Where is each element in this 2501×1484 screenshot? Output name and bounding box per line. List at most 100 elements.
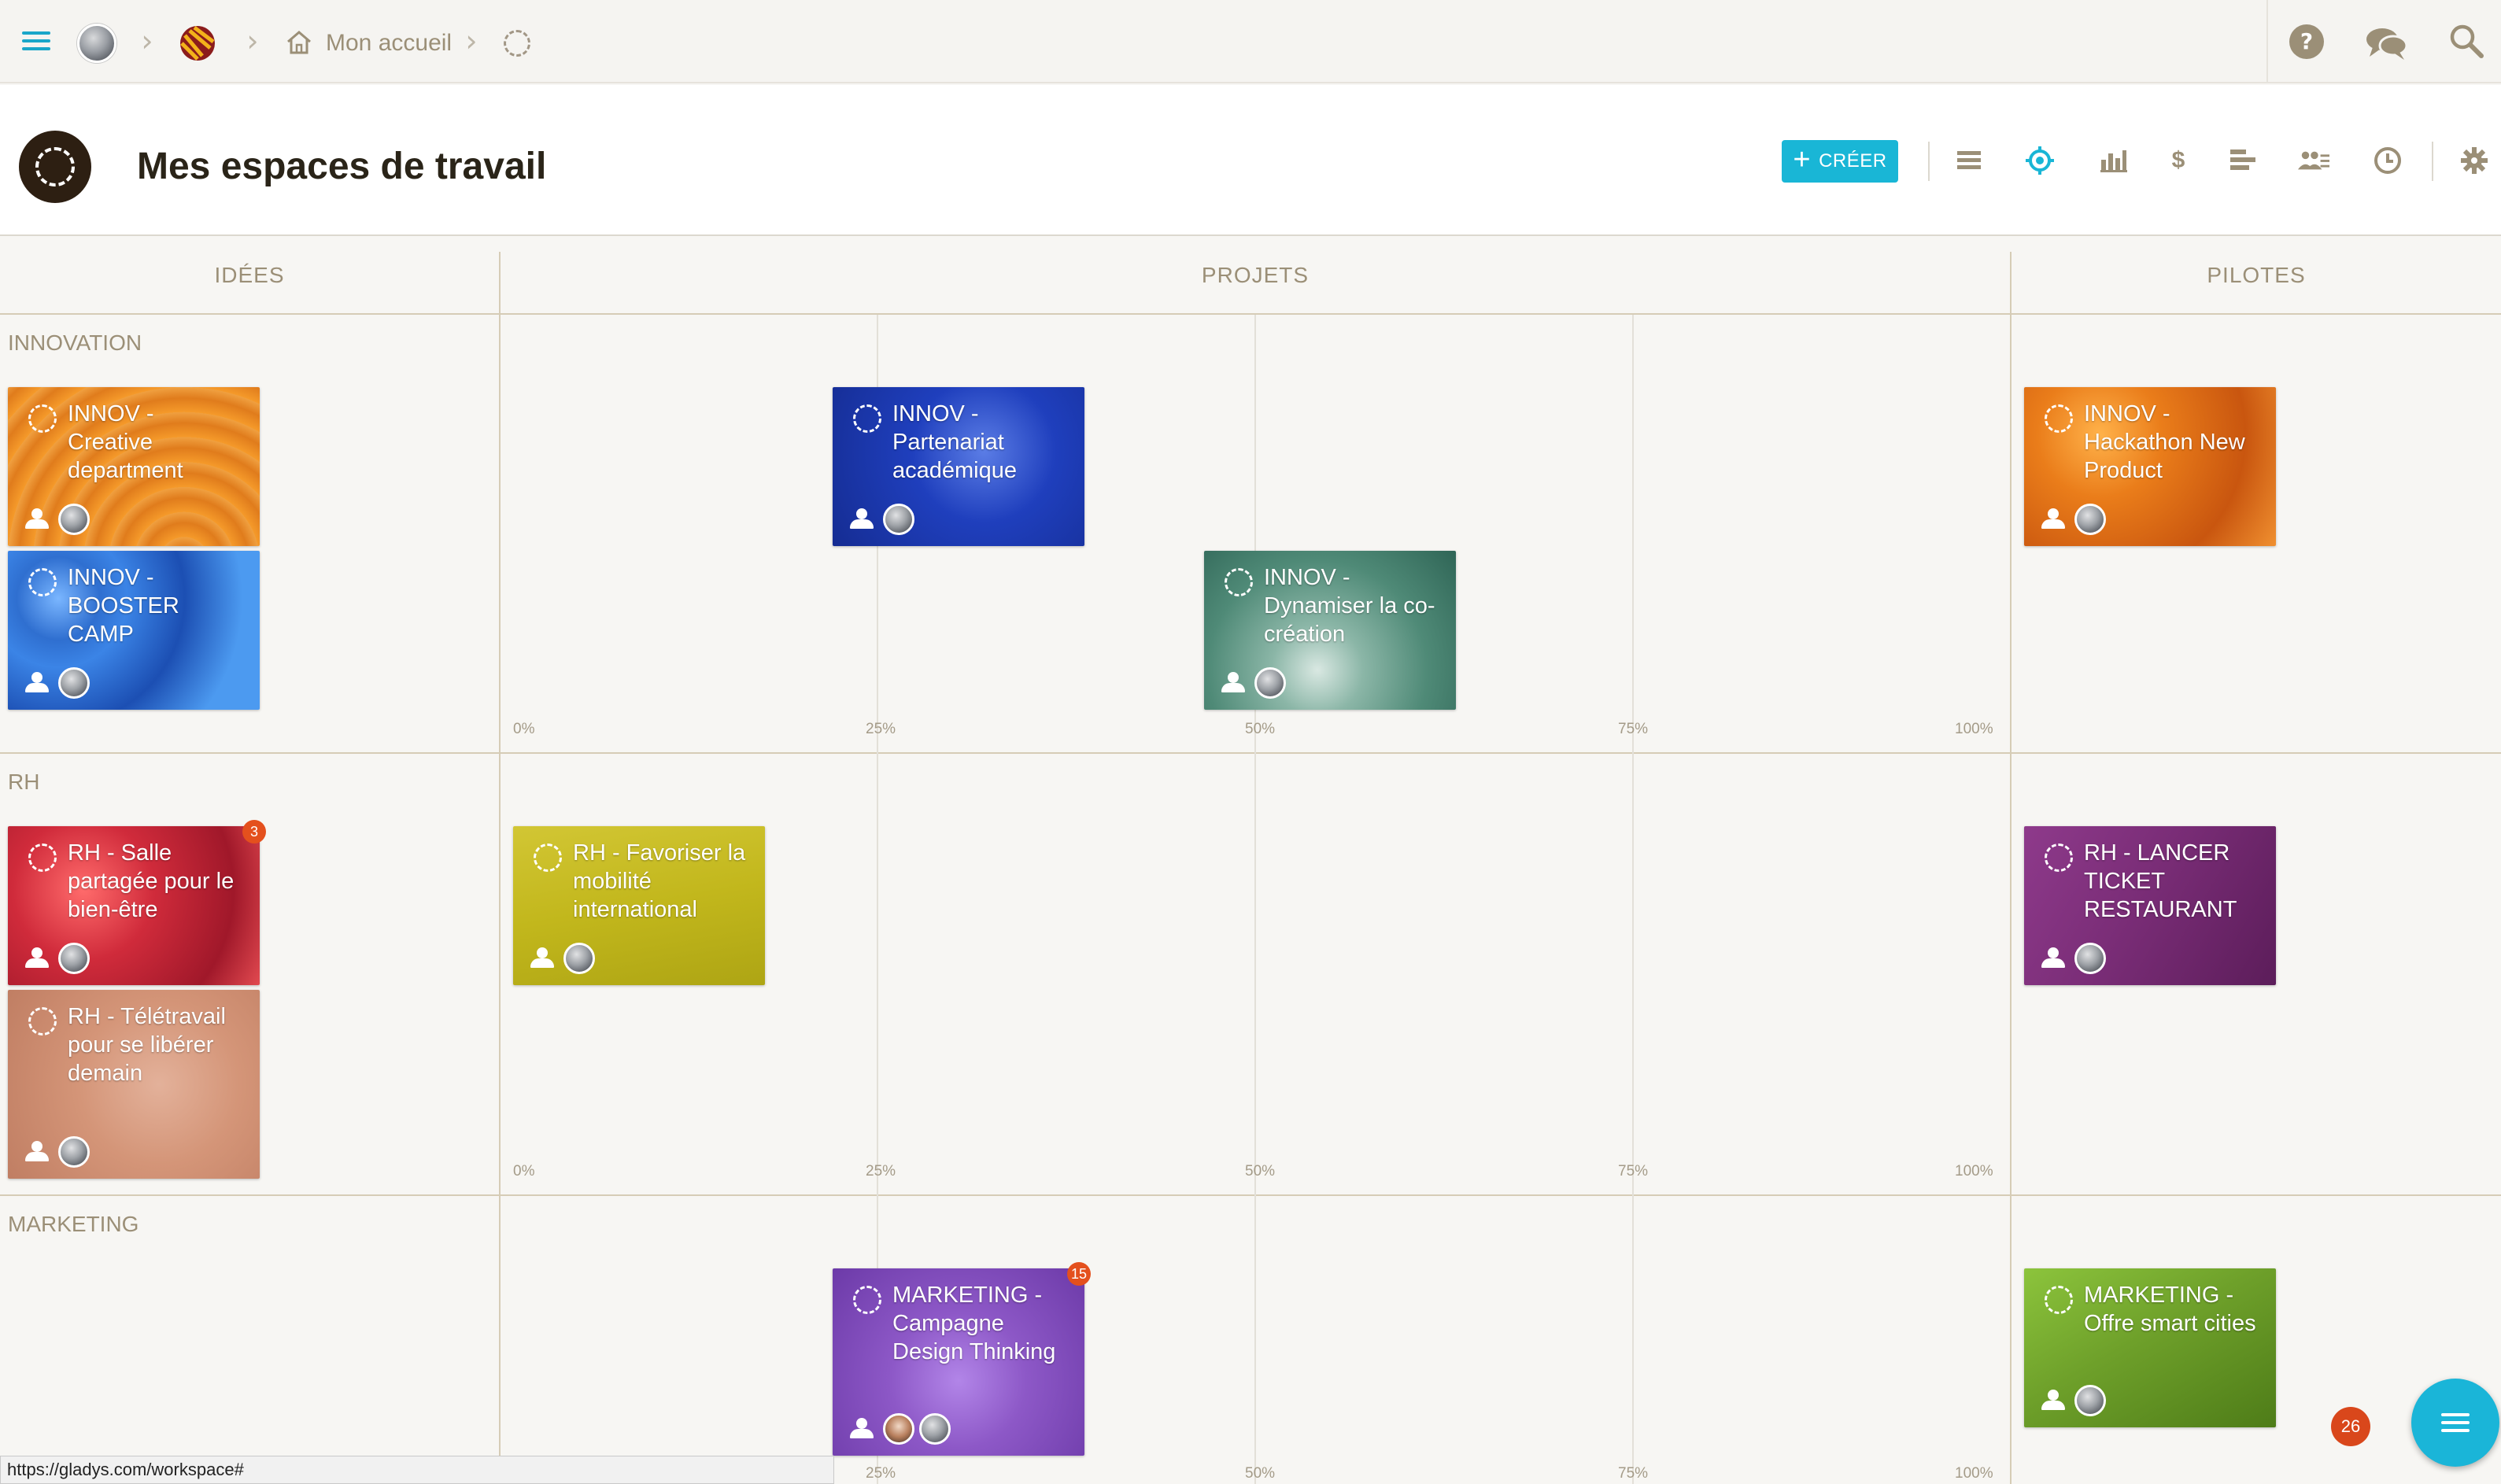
list-view-icon[interactable]	[1953, 145, 1985, 176]
create-button[interactable]: + CRÉER	[1782, 140, 1898, 183]
workspace-ring-icon	[853, 1286, 881, 1314]
member-avatar[interactable]	[883, 504, 914, 535]
members-icon	[2040, 947, 2067, 968]
members-icon	[848, 508, 875, 529]
workspace-ring-icon	[534, 844, 562, 872]
percent-label: 25%	[866, 1465, 896, 1482]
topbar-divider	[2266, 0, 2268, 83]
workspace-ring-icon	[28, 568, 57, 596]
workspace-card[interactable]: RH - Salle partagée pour le bien-être	[8, 826, 260, 985]
workspace-ring-icon	[2045, 844, 2073, 872]
workspace-ring-icon[interactable]	[504, 30, 530, 57]
workspace-card[interactable]: INNOV - Dynamiser la co-création	[1204, 551, 1456, 710]
workspace-card[interactable]: MARKETING - Offre smart cities	[2024, 1268, 2276, 1427]
members-icon	[2040, 1390, 2067, 1410]
column-header-pilots: PILOTES	[2207, 263, 2306, 287]
user-avatar[interactable]	[77, 24, 116, 63]
fab-menu-button[interactable]	[2411, 1379, 2499, 1467]
member-avatar[interactable]	[58, 504, 90, 535]
target-view-icon[interactable]	[2024, 145, 2056, 176]
svg-text:?: ?	[2300, 28, 2313, 54]
bar-chart-icon[interactable]	[2098, 145, 2130, 176]
header-rule	[0, 313, 2501, 315]
create-label: CRÉER	[1819, 150, 1887, 172]
row-label-innovation: INNOVATION	[8, 330, 142, 355]
members-icon	[529, 947, 556, 968]
workspace-card[interactable]: RH - Télétravail pour se libérer demain	[8, 990, 260, 1179]
column-divider	[2010, 252, 2012, 1484]
card-title: RH - Salle partagée pour le bien-être	[68, 840, 235, 922]
team-icon[interactable]	[2298, 145, 2329, 176]
notification-badge: 15	[1067, 1262, 1091, 1286]
members-icon	[848, 1418, 875, 1438]
menu-icon[interactable]	[19, 24, 54, 58]
card-title: RH - LANCER TICKET RESTAURANT	[2084, 840, 2237, 922]
page-title: Mes espaces de travail	[137, 146, 547, 187]
member-avatar[interactable]	[2074, 943, 2106, 974]
grid-line-50	[1254, 315, 1256, 1484]
percent-label: 25%	[866, 1163, 896, 1179]
top-bar: › › Mon accueil › ?	[0, 0, 2501, 83]
breadcrumb-home[interactable]: Mon accueil	[326, 30, 452, 57]
workspace-card[interactable]: RH - LANCER TICKET RESTAURANT	[2024, 826, 2276, 985]
search-icon[interactable]	[2447, 22, 2485, 60]
row-label-marketing: MARKETING	[8, 1212, 139, 1236]
workspace-card[interactable]: INNOV - BOOSTER CAMP	[8, 551, 260, 710]
member-avatar[interactable]	[919, 1413, 951, 1445]
card-title: RH - Télétravail pour se libérer demain	[68, 1004, 226, 1086]
member-avatar[interactable]	[58, 943, 90, 974]
percent-label: 50%	[1245, 1163, 1276, 1179]
members-icon	[1220, 672, 1247, 692]
organization-logo-icon[interactable]	[178, 24, 217, 63]
workspace-card[interactable]: INNOV - Hackathon New Product	[2024, 387, 2276, 546]
chevron-right-icon: ›	[246, 24, 259, 58]
chat-icon[interactable]	[2362, 24, 2410, 63]
card-title: INNOV - Creative department	[68, 401, 183, 483]
card-title: INNOV - Hackathon New Product	[2084, 401, 2245, 483]
budget-icon[interactable]: $	[2163, 145, 2194, 176]
workspace-board: IDÉES PROJETS PILOTES INNOVATION RH MARK…	[0, 238, 2501, 1484]
grid-line-75	[1632, 315, 1634, 1484]
members-icon	[24, 508, 50, 529]
settings-gear-icon[interactable]	[2459, 145, 2490, 176]
history-icon[interactable]	[2372, 145, 2403, 176]
workspace-ring-icon	[28, 1007, 57, 1035]
member-avatar[interactable]	[2074, 1385, 2106, 1416]
member-avatar[interactable]	[563, 943, 595, 974]
member-avatar[interactable]	[883, 1413, 914, 1445]
workspace-ring-icon	[28, 844, 57, 872]
member-avatar[interactable]	[58, 1136, 90, 1168]
gantt-icon[interactable]	[2227, 145, 2259, 176]
member-avatar[interactable]	[58, 667, 90, 699]
member-avatar[interactable]	[1254, 667, 1286, 699]
home-icon[interactable]	[283, 27, 315, 58]
page-header: Mes espaces de travail + CRÉER $	[0, 85, 2501, 236]
help-icon[interactable]: ?	[2287, 22, 2326, 61]
card-title: INNOV - Dynamiser la co-création	[1264, 565, 1435, 647]
workspace-ring-icon	[2045, 1286, 2073, 1314]
percent-label: 0%	[513, 1163, 535, 1179]
members-icon	[2040, 508, 2067, 529]
members-icon	[24, 672, 50, 692]
chevron-right-icon: ›	[141, 24, 153, 58]
workspace-card[interactable]: RH - Favoriser la mobilité international	[513, 826, 765, 985]
workspace-card[interactable]: MARKETING - Campagne Design Thinking	[833, 1268, 1084, 1456]
workspace-card[interactable]: INNOV - Creative department	[8, 387, 260, 546]
card-title: MARKETING - Offre smart cities	[2084, 1283, 2256, 1336]
workspace-ring-icon	[853, 404, 881, 433]
card-title: RH - Favoriser la mobilité international	[573, 840, 746, 922]
card-title: INNOV - Partenariat académique	[892, 401, 1017, 483]
percent-label: 75%	[1618, 1163, 1649, 1179]
notification-count-badge[interactable]: 26	[2331, 1407, 2370, 1446]
members-icon	[24, 1141, 50, 1161]
workspace-ring-icon	[28, 404, 57, 433]
workspace-card[interactable]: INNOV - Partenariat académique	[833, 387, 1084, 546]
notification-badge: 3	[242, 820, 266, 844]
percent-label: 100%	[1955, 1465, 1993, 1482]
percent-label: 100%	[1955, 1163, 1993, 1179]
member-avatar[interactable]	[2074, 504, 2106, 535]
percent-label: 50%	[1245, 721, 1276, 737]
header-divider	[1928, 142, 1930, 181]
chevron-right-icon: ›	[465, 24, 478, 58]
workspace-logo	[19, 131, 91, 203]
